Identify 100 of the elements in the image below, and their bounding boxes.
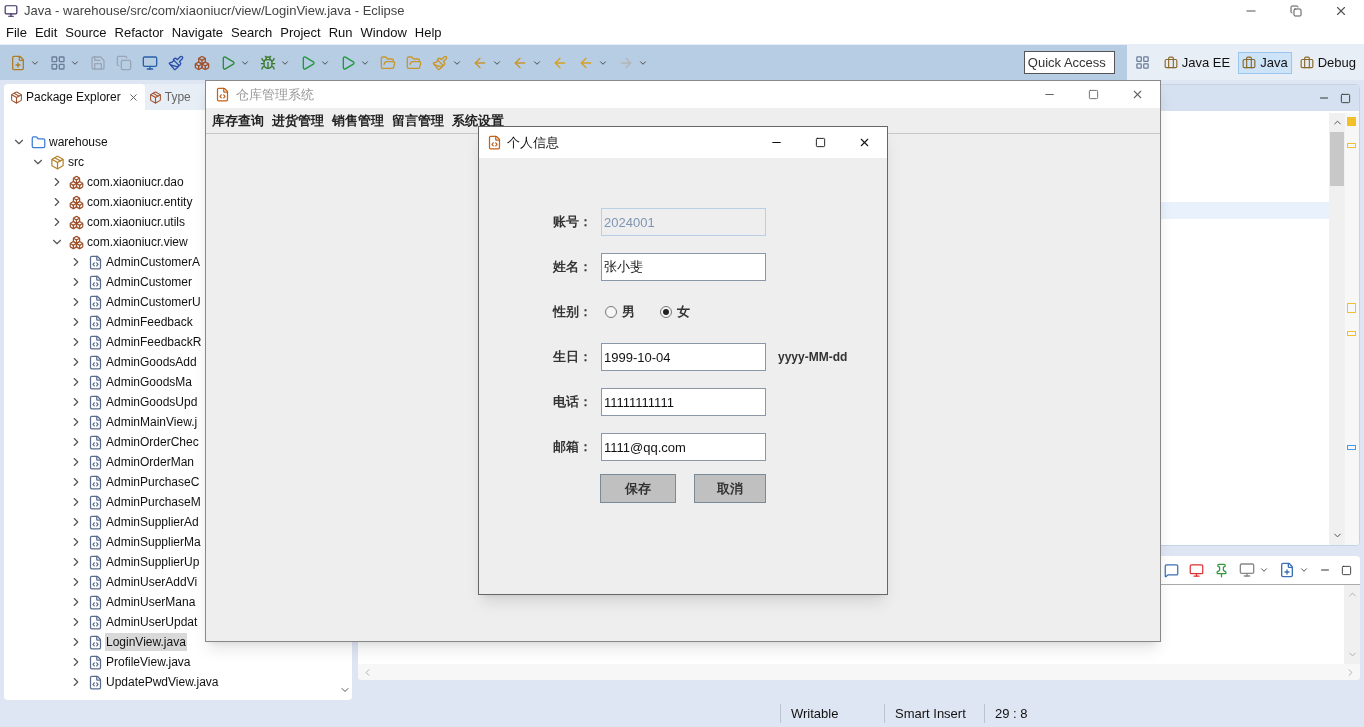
tree-item[interactable]: src <box>67 153 85 171</box>
tree-item[interactable]: AdminSupplierUp <box>105 553 201 571</box>
radio-option[interactable]: 男 <box>605 302 635 322</box>
tree-item[interactable]: AdminMainView.j <box>105 413 199 431</box>
menu-item[interactable]: File <box>2 23 31 43</box>
radio-label: 男 <box>622 303 635 322</box>
perspective-button[interactable]: Java EE <box>1159 51 1235 74</box>
menu-item[interactable]: Refactor <box>110 23 168 43</box>
caret-icon[interactable] <box>1259 565 1269 575</box>
brush-icon[interactable] <box>168 54 184 71</box>
file-icon <box>88 374 103 390</box>
menu-item[interactable]: Edit <box>30 23 62 43</box>
perspective-button[interactable]: Debug <box>1295 51 1360 74</box>
tree-item[interactable]: AdminPurchaseC <box>105 473 201 491</box>
menu-item[interactable]: Project <box>276 23 325 43</box>
menu-item[interactable]: Window <box>356 23 411 43</box>
package-icon <box>10 90 23 104</box>
field-label: 姓名： <box>553 258 593 277</box>
new-view-icon[interactable] <box>1279 562 1295 578</box>
tree-item[interactable]: AdminGoodsMa <box>105 373 194 391</box>
new-file-icon[interactable] <box>10 54 26 71</box>
menu-item[interactable]: 销售管理 <box>328 110 388 131</box>
scroll-thumb[interactable] <box>1330 132 1344 186</box>
tree-item[interactable]: LoginView.java <box>105 633 187 651</box>
tree-item[interactable]: AdminUserUpdat <box>105 613 199 631</box>
run-icon[interactable] <box>300 54 316 71</box>
tree-item[interactable]: AdminFeedbackR <box>105 333 203 351</box>
menu-item[interactable]: 系统设置 <box>448 110 508 131</box>
menu-item[interactable]: Run <box>324 23 357 43</box>
debug-icon[interactable] <box>260 54 276 71</box>
run-config-icon[interactable] <box>340 54 356 71</box>
window-title: Java - warehouse/src/com/xiaoniucr/view/LoginView.java - Eclipse <box>24 2 405 21</box>
close-icon[interactable] <box>858 136 871 149</box>
menu-item[interactable]: 进货管理 <box>268 110 328 131</box>
radio-button[interactable] <box>605 306 617 318</box>
tree-item[interactable]: AdminPurchaseM <box>105 493 202 511</box>
package-icon <box>69 174 84 190</box>
tree-item[interactable]: AdminFeedback <box>105 313 194 331</box>
display-icon[interactable] <box>1239 562 1255 578</box>
menu-item[interactable]: 库存查询 <box>208 110 268 131</box>
tree-item[interactable]: AdminSupplierMa <box>105 533 202 551</box>
menu-item[interactable]: Source <box>61 23 111 43</box>
package-icon[interactable] <box>194 54 210 71</box>
status-text: Writable <box>780 703 884 724</box>
briefcase-icon <box>1242 55 1257 70</box>
menu-item[interactable]: 留言管理 <box>388 110 448 131</box>
java-icon <box>215 87 230 102</box>
input-field[interactable]: 1111@qq.com <box>601 433 766 461</box>
tree-item[interactable]: AdminOrderChec <box>105 433 200 451</box>
tree-item[interactable]: AdminOrderMan <box>105 453 196 471</box>
tree-item[interactable]: AdminCustomerA <box>105 253 202 271</box>
cancel-button[interactable]: 取消 <box>694 474 766 503</box>
tree-item[interactable]: AdminUserMana <box>105 593 197 611</box>
tree-item[interactable]: UpdatePwdView.java <box>105 673 220 691</box>
tree-item[interactable]: AdminCustomer <box>105 273 194 291</box>
project-icon <box>31 134 46 150</box>
console-icon[interactable] <box>142 54 158 71</box>
tree-item[interactable]: AdminGoodsUpd <box>105 393 199 411</box>
input-field[interactable]: 11111111111 <box>601 388 766 416</box>
tree-item[interactable]: AdminGoodsAdd <box>105 353 198 371</box>
restore-icon[interactable] <box>1290 5 1302 17</box>
tree-item[interactable]: com.xiaoniucr.utils <box>86 213 187 231</box>
explorer-tab[interactable]: Type <box>146 84 193 110</box>
radio-button[interactable] <box>660 306 672 318</box>
briefcase-icon <box>1299 55 1314 70</box>
menu-item[interactable]: Search <box>227 23 277 43</box>
field-label: 生日： <box>553 348 593 367</box>
menu-item[interactable]: Navigate <box>167 23 227 43</box>
pin-icon[interactable] <box>1214 562 1229 578</box>
tree-item[interactable]: warehouse <box>48 133 109 151</box>
tree-item[interactable]: AdminUserAddVi <box>105 573 199 591</box>
java-icon <box>487 135 502 150</box>
tree-item[interactable]: com.xiaoniucr.dao <box>86 173 185 191</box>
save-button[interactable]: 保存 <box>600 474 676 503</box>
tree-item[interactable]: com.xiaoniucr.entity <box>86 193 194 211</box>
tree-item[interactable]: ProfileView.java <box>105 653 192 671</box>
tree-item[interactable]: com.xiaoniucr.view <box>86 233 189 251</box>
maximize-icon[interactable] <box>1341 564 1352 576</box>
close-icon[interactable] <box>1334 4 1348 18</box>
tree-item[interactable]: AdminCustomerU <box>105 293 202 311</box>
input-field[interactable]: 1999-10-04 <box>601 343 766 371</box>
dialog-title: 个人信息 <box>507 133 559 152</box>
input-field[interactable]: 张小斐 <box>601 253 766 281</box>
file-icon <box>88 494 103 510</box>
radio-option[interactable]: 女 <box>660 302 690 322</box>
open-perspective-icon[interactable] <box>1134 55 1150 70</box>
file-icon <box>88 634 103 650</box>
maximize-icon[interactable] <box>815 137 826 148</box>
file-icon <box>88 394 103 410</box>
explorer-tab[interactable]: Package Explorer <box>4 84 145 110</box>
maximize-icon[interactable] <box>1340 92 1351 104</box>
perspective-button[interactable]: Java <box>1238 51 1292 74</box>
menu-item[interactable]: Help <box>410 23 446 43</box>
tree-item[interactable]: AdminSupplierAd <box>105 513 200 531</box>
file-icon <box>88 574 103 590</box>
app-icon <box>4 4 18 18</box>
comment-icon[interactable] <box>1164 562 1179 578</box>
caret-icon[interactable] <box>1299 565 1309 575</box>
quick-access-field[interactable]: Quick Access <box>1023 51 1115 74</box>
status-text: 29 : 8 <box>984 703 1072 724</box>
